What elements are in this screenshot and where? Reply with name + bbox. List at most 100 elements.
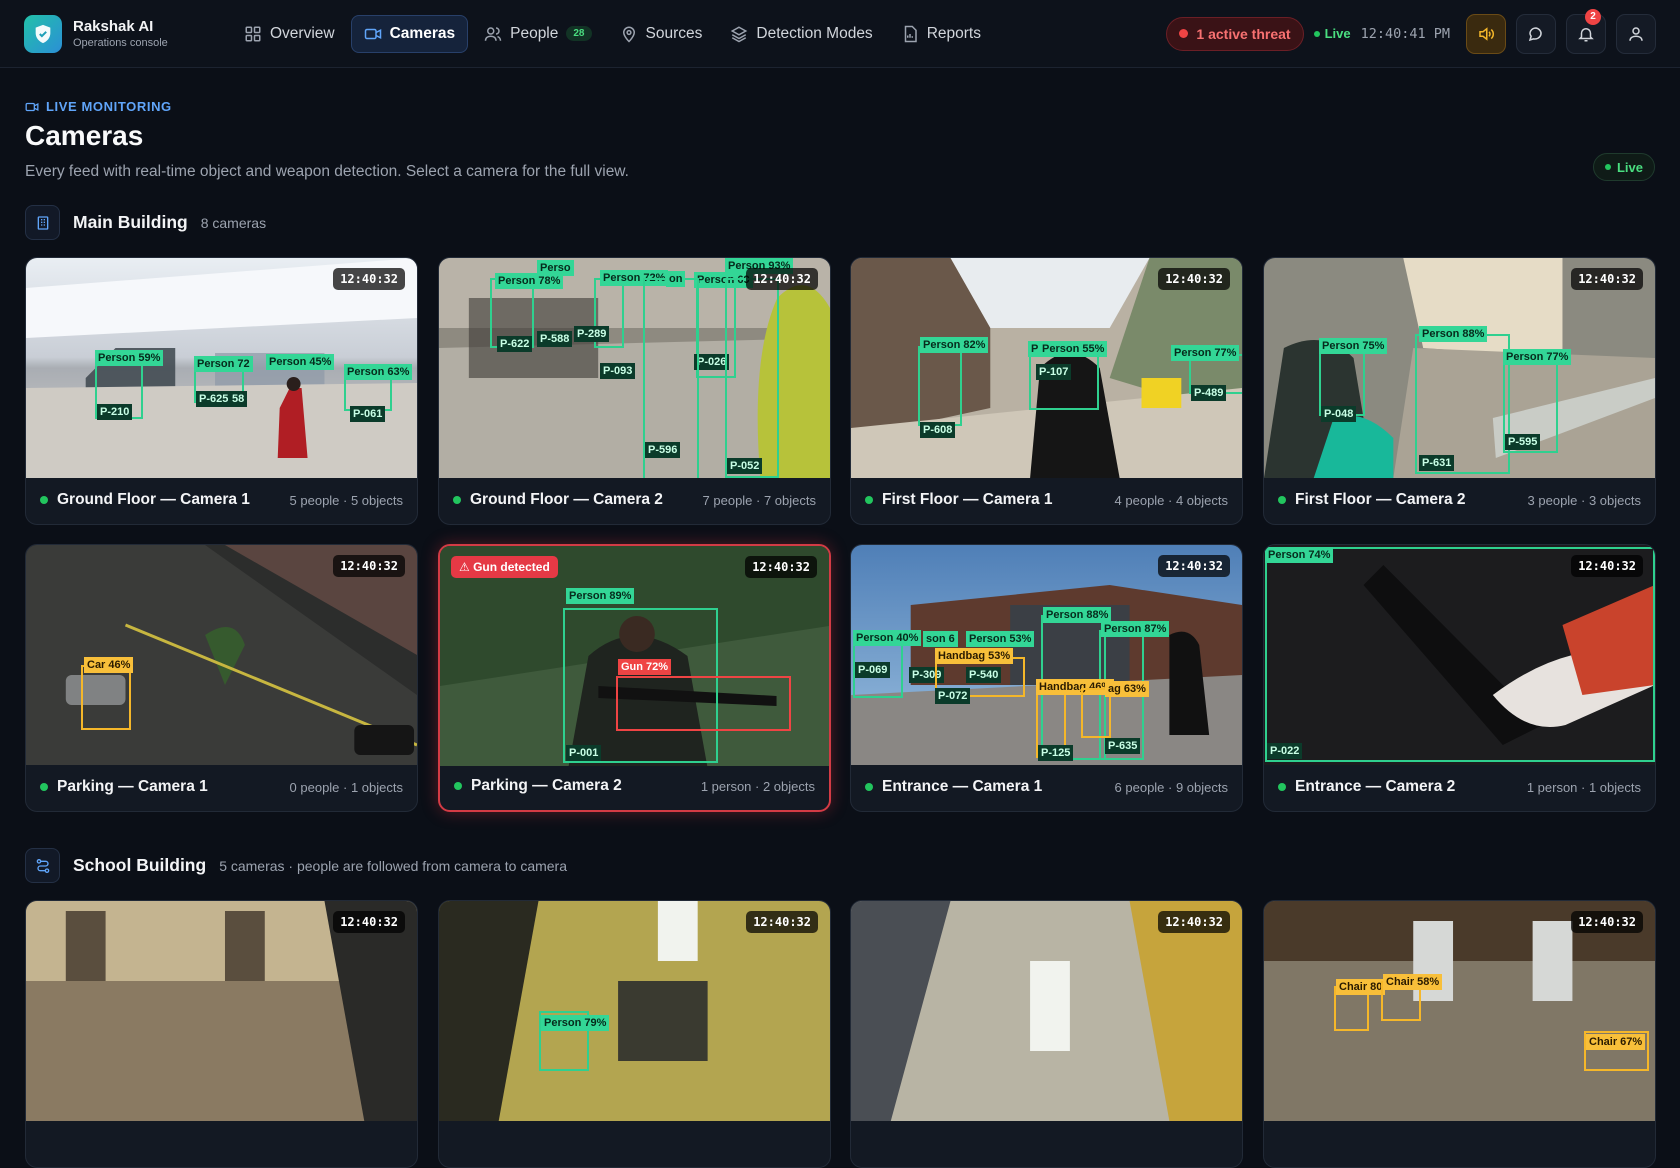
detection-label: Person 74% bbox=[1265, 547, 1334, 563]
camera-card-first-floor-1[interactable]: Person 82% P-608 P Person 55% P-107 Pers… bbox=[850, 257, 1243, 525]
status-area: 1 active threat Live 12:40:41 PM 2 bbox=[1166, 8, 1656, 54]
shield-logo-icon bbox=[24, 14, 62, 53]
feed-timestamp: 12:40:32 bbox=[333, 911, 405, 933]
camera-card-ground-floor-2[interactable]: Person 78% P-622 Perso P-588 Person 72% … bbox=[438, 257, 831, 525]
location-pin-icon bbox=[622, 26, 635, 43]
camera-name: First Floor — Camera 2 bbox=[1295, 491, 1466, 508]
camera-footer: First Floor — Camera 2 3 people · 3 obje… bbox=[1264, 476, 1655, 524]
camera-footer: Ground Floor — Camera 1 5 people · 5 obj… bbox=[26, 476, 417, 524]
camera-name: Parking — Camera 2 bbox=[471, 777, 622, 794]
camera-feed[interactable]: Person 40% P-069 son 6 P-309 Person 53% … bbox=[851, 545, 1242, 765]
route-icon bbox=[25, 848, 60, 883]
camera-feed[interactable]: Person 74% P-022 12:40:32 bbox=[1264, 545, 1655, 765]
camera-name: Entrance — Camera 2 bbox=[1295, 778, 1456, 795]
online-status-icon bbox=[1278, 783, 1286, 791]
track-id: P-625 bbox=[196, 391, 232, 407]
track-id: P-210 bbox=[97, 404, 133, 420]
nav-cameras-label: Cameras bbox=[389, 24, 456, 42]
nav-reports[interactable]: Reports bbox=[889, 15, 993, 53]
nav-overview[interactable]: Overview bbox=[232, 15, 347, 53]
live-status-badge: Live bbox=[1592, 153, 1655, 181]
camera-card-ground-floor-1[interactable]: Person 59% P-210 Person 72 P-625 Person … bbox=[25, 257, 418, 525]
detection-label: Person 88% bbox=[1419, 326, 1488, 342]
detection-label: Person 89% bbox=[566, 588, 635, 604]
main-nav: Overview Cameras People 28 Sources Detec… bbox=[232, 14, 993, 53]
live-dot-icon bbox=[1313, 30, 1320, 37]
track-id: P-635 bbox=[1105, 738, 1141, 754]
report-icon bbox=[904, 25, 917, 42]
sound-button[interactable] bbox=[1466, 13, 1506, 54]
camera-stats: 4 people · 4 objects bbox=[1114, 492, 1228, 508]
track-id: P-631 bbox=[1419, 455, 1455, 471]
camera-feed[interactable]: 12:40:32 bbox=[26, 901, 417, 1121]
camera-card-parking-2[interactable]: Person 89% P-001 Gun 72% ⚠ Gun detected … bbox=[438, 544, 831, 812]
nav-cameras[interactable]: Cameras bbox=[350, 14, 469, 53]
live-pill-label: Live bbox=[1616, 159, 1643, 175]
detection-label: Person 72 bbox=[194, 356, 253, 372]
track-id: P-125 bbox=[1038, 745, 1074, 761]
camera-footer: Parking — Camera 2 1 person · 2 objects bbox=[440, 762, 829, 810]
camera-card-entrance-2[interactable]: Person 74% P-022 12:40:32 Entrance — Cam… bbox=[1263, 544, 1656, 812]
camera-feed[interactable]: Person 79% 12:40:32 bbox=[439, 901, 830, 1121]
detection-box bbox=[1415, 334, 1510, 474]
track-id: P-072 bbox=[935, 688, 971, 704]
chat-bubble-icon bbox=[1528, 26, 1542, 41]
user-profile-button[interactable] bbox=[1616, 13, 1656, 54]
active-threat-button[interactable]: 1 active threat bbox=[1166, 16, 1304, 51]
grid-icon bbox=[245, 26, 261, 41]
nav-people[interactable]: People 28 bbox=[472, 15, 603, 53]
notifications-button[interactable]: 2 bbox=[1566, 8, 1606, 54]
section-header-school-building: School Building 5 cameras · people are f… bbox=[25, 848, 567, 883]
chat-button[interactable] bbox=[1516, 13, 1556, 54]
camera-feed[interactable]: Person 82% P-608 P Person 55% P-107 Pers… bbox=[851, 258, 1242, 478]
detection-box bbox=[81, 665, 131, 730]
camera-card-school-4[interactable]: Chair 80 Chair 58% Chair 67% 12:40:32 bbox=[1263, 900, 1656, 1168]
camera-stats: 1 person · 1 objects bbox=[1526, 779, 1641, 795]
camera-feed[interactable]: Person 89% P-001 Gun 72% ⚠ Gun detected … bbox=[440, 546, 829, 766]
camera-card-first-floor-2[interactable]: Person 75% P-048 Person 88% P-631 Person… bbox=[1263, 257, 1656, 525]
track-id: P-022 bbox=[1267, 743, 1303, 759]
camera-card-school-2[interactable]: Person 79% 12:40:32 bbox=[438, 900, 831, 1168]
threat-label: 1 active threat bbox=[1196, 25, 1291, 42]
camera-card-parking-1[interactable]: Car 46% 12:40:32 Parking — Camera 1 0 pe… bbox=[25, 544, 418, 812]
camera-feed[interactable]: Chair 80 Chair 58% Chair 67% 12:40:32 bbox=[1264, 901, 1655, 1121]
nav-sources[interactable]: Sources bbox=[608, 15, 715, 53]
camera-footer: Entrance — Camera 1 6 people · 9 objects bbox=[851, 763, 1242, 811]
feed-timestamp: 12:40:32 bbox=[1158, 911, 1230, 933]
clock: 12:40:41 PM bbox=[1360, 25, 1450, 42]
detection-label: Person 77% bbox=[1171, 345, 1240, 361]
detection-box bbox=[1265, 547, 1655, 762]
feed-timestamp: 12:40:32 bbox=[1571, 268, 1643, 290]
camera-feed[interactable]: Car 46% 12:40:32 bbox=[26, 545, 417, 765]
camera-feed[interactable]: Person 59% P-210 Person 72 P-625 Person … bbox=[26, 258, 417, 478]
feed-image bbox=[26, 901, 417, 1121]
weapon-detection-label: Gun 72% bbox=[618, 659, 672, 675]
detection-label: Person 82% bbox=[920, 337, 989, 353]
camera-feed[interactable]: Person 78% P-622 Perso P-588 Person 72% … bbox=[439, 258, 830, 478]
bell-icon bbox=[1578, 27, 1594, 41]
track-id: P-596 bbox=[645, 442, 681, 458]
track-id: P-093 bbox=[600, 363, 636, 379]
app-subtitle: Operations console bbox=[73, 37, 168, 49]
detection-box bbox=[1029, 350, 1099, 410]
camera-card-school-1[interactable]: 12:40:32 bbox=[25, 900, 418, 1168]
track-id: P-588 bbox=[537, 331, 573, 347]
feed-timestamp: 12:40:32 bbox=[1158, 268, 1230, 290]
nav-people-label: People bbox=[510, 24, 559, 42]
app-name: Rakshak AI bbox=[73, 18, 154, 35]
track-id: P-289 bbox=[574, 326, 610, 342]
camera-card-entrance-1[interactable]: Person 40% P-069 son 6 P-309 Person 53% … bbox=[850, 544, 1243, 812]
detection-box bbox=[918, 346, 962, 426]
camera-feed[interactable]: 12:40:32 bbox=[851, 901, 1242, 1121]
nav-detection-modes[interactable]: Detection Modes bbox=[718, 15, 884, 53]
camera-card-school-3[interactable]: 12:40:32 bbox=[850, 900, 1243, 1168]
weapon-detection-box bbox=[616, 676, 791, 731]
brand[interactable]: Rakshak AI Operations console bbox=[24, 14, 224, 53]
detection-label: Perso bbox=[537, 260, 574, 276]
detection-label: Person 79% bbox=[541, 1015, 610, 1031]
feed-timestamp: 12:40:32 bbox=[746, 268, 818, 290]
detection-label: Person 59% bbox=[95, 350, 164, 366]
threat-dot-icon bbox=[1179, 29, 1189, 38]
camera-feed[interactable]: Person 75% P-048 Person 88% P-631 Person… bbox=[1264, 258, 1655, 478]
detection-label: Person 55% bbox=[1039, 341, 1108, 357]
